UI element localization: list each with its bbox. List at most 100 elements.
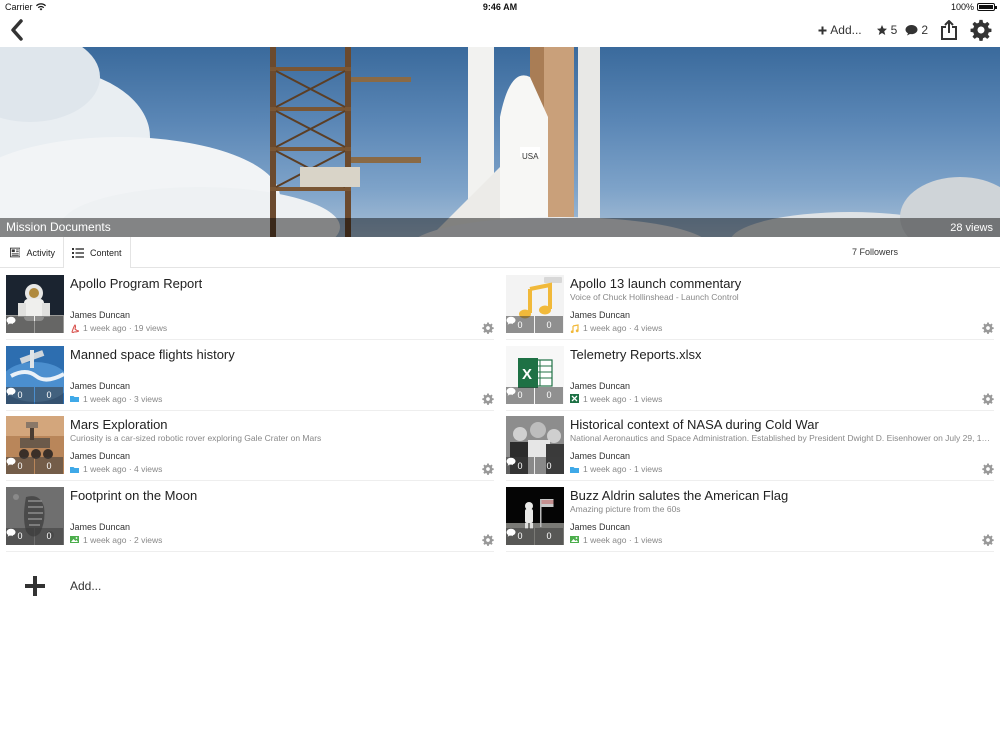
- comment-count-value: 0: [546, 390, 552, 400]
- status-bar: Carrier 9:46 AM 100%: [0, 0, 1000, 14]
- item-thumbnail: 00: [506, 416, 564, 474]
- item-settings-button[interactable]: [982, 392, 994, 405]
- comment-count: 0: [6, 527, 63, 545]
- tab-content[interactable]: Content: [64, 237, 131, 268]
- item-settings-button[interactable]: [482, 392, 494, 405]
- gear-icon: [482, 393, 494, 405]
- thumbnail-stats: 00: [6, 386, 64, 404]
- comment-icon: [6, 387, 16, 396]
- thumbnail-stats: 00: [506, 457, 564, 474]
- item-thumbnail: X00: [506, 345, 564, 404]
- comment-icon: [905, 25, 918, 36]
- item-settings-button[interactable]: [982, 462, 994, 475]
- item-title[interactable]: Telemetry Reports.xlsx: [570, 347, 701, 362]
- back-button[interactable]: [8, 18, 28, 42]
- comment-count-value: 0: [46, 390, 52, 400]
- item-title[interactable]: Historical context of NASA during Cold W…: [570, 417, 819, 432]
- tab-bar: Activity Content 7 Followers: [0, 237, 1000, 268]
- comment-count-value: 0: [46, 460, 52, 471]
- thumbnail-stats: 00: [506, 527, 564, 545]
- favorites-count: 5: [890, 23, 898, 37]
- item-settings-button[interactable]: [982, 533, 994, 546]
- tab-content-label: Content: [90, 247, 122, 258]
- content-item[interactable]: 0 0 Mars Exploration Curiosity is a car-siz…: [6, 411, 494, 481]
- item-meta-text: 1 week ago · 4 views: [83, 464, 163, 474]
- excel-icon: [570, 394, 579, 403]
- comment-icon: [6, 457, 16, 466]
- cover-banner: USA Mission Documents 28 views: [0, 47, 1000, 237]
- content-item[interactable]: 0 0 Footprint on the Moon James Duncan 1 wee…: [6, 482, 494, 552]
- image-icon: [570, 536, 579, 543]
- content-item[interactable]: X 0 0 Telemetry Reports.xlsx James Duncan 1 w…: [506, 341, 994, 411]
- item-description: Curiosity is a car-sized robotic rover e…: [70, 433, 322, 443]
- comment-icon: [506, 316, 516, 325]
- add-content-button[interactable]: Add...: [0, 568, 300, 604]
- like-count-value: 0: [517, 531, 523, 541]
- item-thumbnail: 00: [6, 486, 64, 545]
- like-count-value: 0: [17, 531, 23, 541]
- favorites-button[interactable]: 5: [876, 23, 898, 37]
- item-thumbnail: 00: [506, 486, 564, 545]
- item-author: James Duncan: [570, 451, 631, 461]
- comment-icon: [506, 528, 516, 537]
- item-thumbnail: [6, 275, 64, 333]
- followers-count[interactable]: 7 Followers: [830, 237, 920, 268]
- item-title[interactable]: Footprint on the Moon: [70, 488, 197, 503]
- tab-activity[interactable]: Activity: [2, 237, 64, 268]
- item-title[interactable]: Mars Exploration: [70, 417, 168, 432]
- gear-icon: [482, 463, 494, 475]
- item-settings-button[interactable]: [482, 321, 494, 334]
- content-item[interactable]: 0 0 Buzz Aldrin salutes the American Flag A…: [506, 482, 994, 552]
- gear-icon: [970, 19, 992, 41]
- shuttle-launch-image: USA: [0, 47, 1000, 237]
- item-settings-button[interactable]: [982, 321, 994, 334]
- like-count-value: 0: [517, 390, 523, 400]
- item-title[interactable]: Buzz Aldrin salutes the American Flag: [570, 488, 788, 503]
- comment-count: 0: [6, 386, 63, 404]
- item-meta-text: 1 week ago · 3 views: [83, 393, 163, 404]
- comment-icon: [6, 528, 16, 537]
- content-item[interactable]: 0 0 Apollo 13 launch commentary Voice of Ch…: [506, 270, 994, 340]
- content-item[interactable]: 0 0 Manned space flights history James Dunc…: [6, 341, 494, 411]
- item-meta: 1 week ago · 4 views: [570, 323, 662, 333]
- item-thumbnail: 00: [506, 275, 564, 333]
- item-title[interactable]: Apollo Program Report: [70, 276, 202, 291]
- navigation-bar: Add... 5 2: [0, 14, 1000, 47]
- comments-button[interactable]: 2: [905, 23, 928, 37]
- status-right: 100%: [950, 2, 997, 12]
- like-count-value: 0: [517, 460, 523, 471]
- gear-icon: [482, 534, 494, 546]
- folder-icon: [70, 396, 79, 402]
- folder-icon: [70, 466, 79, 473]
- banner-caption-bar: [0, 218, 1000, 237]
- battery-percent: 100%: [950, 2, 974, 12]
- gear-icon: [982, 393, 994, 405]
- item-meta: 1 week ago · 3 views: [70, 394, 162, 404]
- share-button[interactable]: [940, 20, 958, 40]
- item-author: James Duncan: [70, 310, 131, 320]
- item-meta: 1 week ago · 19 views: [70, 323, 167, 333]
- comment-count: 0: [506, 316, 563, 333]
- content-item[interactable]: Apollo Program Report James Duncan 1 week …: [6, 270, 494, 340]
- item-settings-button[interactable]: [482, 462, 494, 475]
- item-meta-text: 1 week ago · 1 views: [583, 393, 663, 404]
- item-settings-button[interactable]: [482, 533, 494, 546]
- thumbnail-stats: 00: [506, 386, 564, 404]
- comment-icon: [506, 457, 516, 466]
- item-description: Amazing picture from the 60s: [570, 503, 681, 514]
- svg-text:X: X: [522, 366, 532, 383]
- tab-activity-label: Activity: [26, 247, 55, 258]
- content-item[interactable]: 0 0 Historical context of NASA during Cold…: [506, 411, 994, 481]
- item-title[interactable]: Manned space flights history: [70, 347, 235, 362]
- item-title[interactable]: Apollo 13 launch commentary: [570, 276, 741, 291]
- comment-count-value: 0: [546, 460, 552, 471]
- add-button[interactable]: Add...: [818, 23, 862, 37]
- list-icon: [72, 247, 84, 258]
- add-content-label: Add...: [70, 579, 102, 593]
- item-author: James Duncan: [570, 380, 631, 391]
- item-author: James Duncan: [70, 380, 131, 391]
- item-author: James Duncan: [570, 521, 631, 532]
- settings-button[interactable]: [970, 19, 992, 41]
- item-description: National Aeronautics and Space Administr…: [570, 433, 994, 443]
- share-icon: [941, 20, 957, 40]
